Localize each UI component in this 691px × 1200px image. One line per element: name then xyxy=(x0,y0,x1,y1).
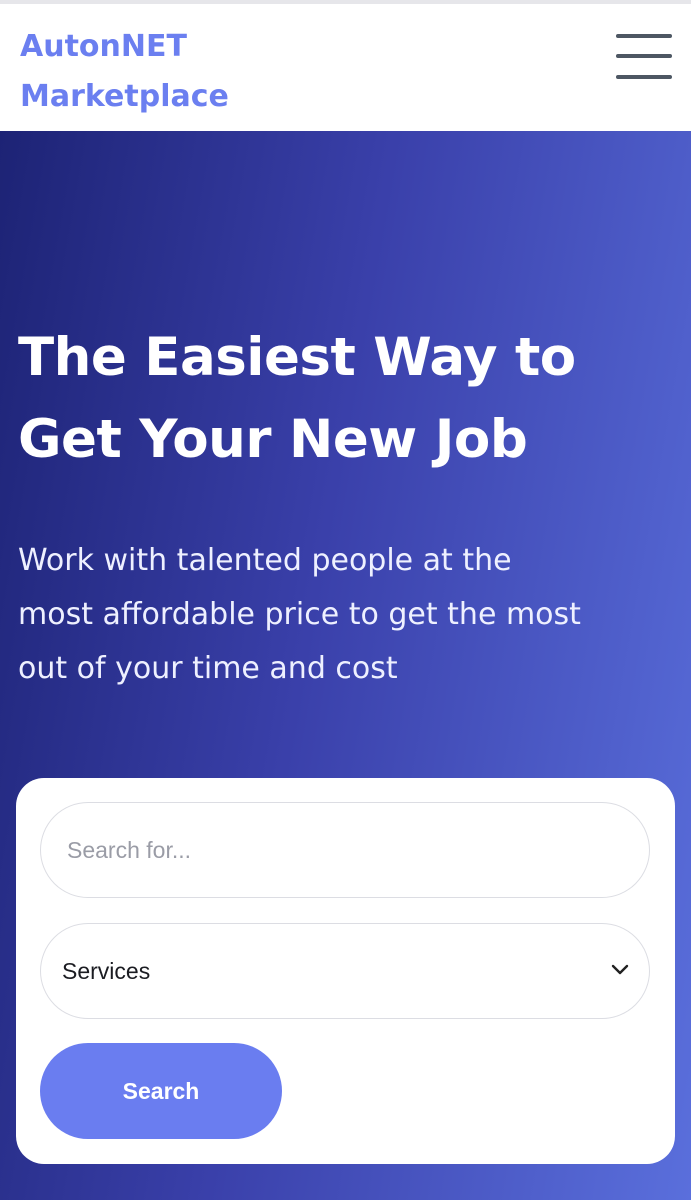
category-select-value: Services xyxy=(62,958,151,984)
search-input[interactable] xyxy=(40,802,650,898)
hero-subtitle: Work with talented people at the most af… xyxy=(18,543,581,686)
hamburger-menu-icon[interactable] xyxy=(608,30,678,88)
menu-bar-middle xyxy=(616,54,672,58)
brand-logo-text[interactable]: AutonNET Marketplace xyxy=(20,22,380,122)
search-button[interactable]: Search xyxy=(40,1043,282,1139)
search-card: Services Search xyxy=(16,778,675,1164)
site-header: AutonNET Marketplace xyxy=(0,4,691,131)
hero-title: The Easiest Way to Get Your New Job xyxy=(18,327,576,470)
hero-section: The Easiest Way to Get Your New Job Work… xyxy=(0,131,691,1200)
category-select[interactable]: Services xyxy=(40,923,650,1019)
chevron-down-icon xyxy=(611,964,629,975)
menu-bar-top xyxy=(616,34,672,38)
menu-bar-bottom xyxy=(616,75,672,79)
